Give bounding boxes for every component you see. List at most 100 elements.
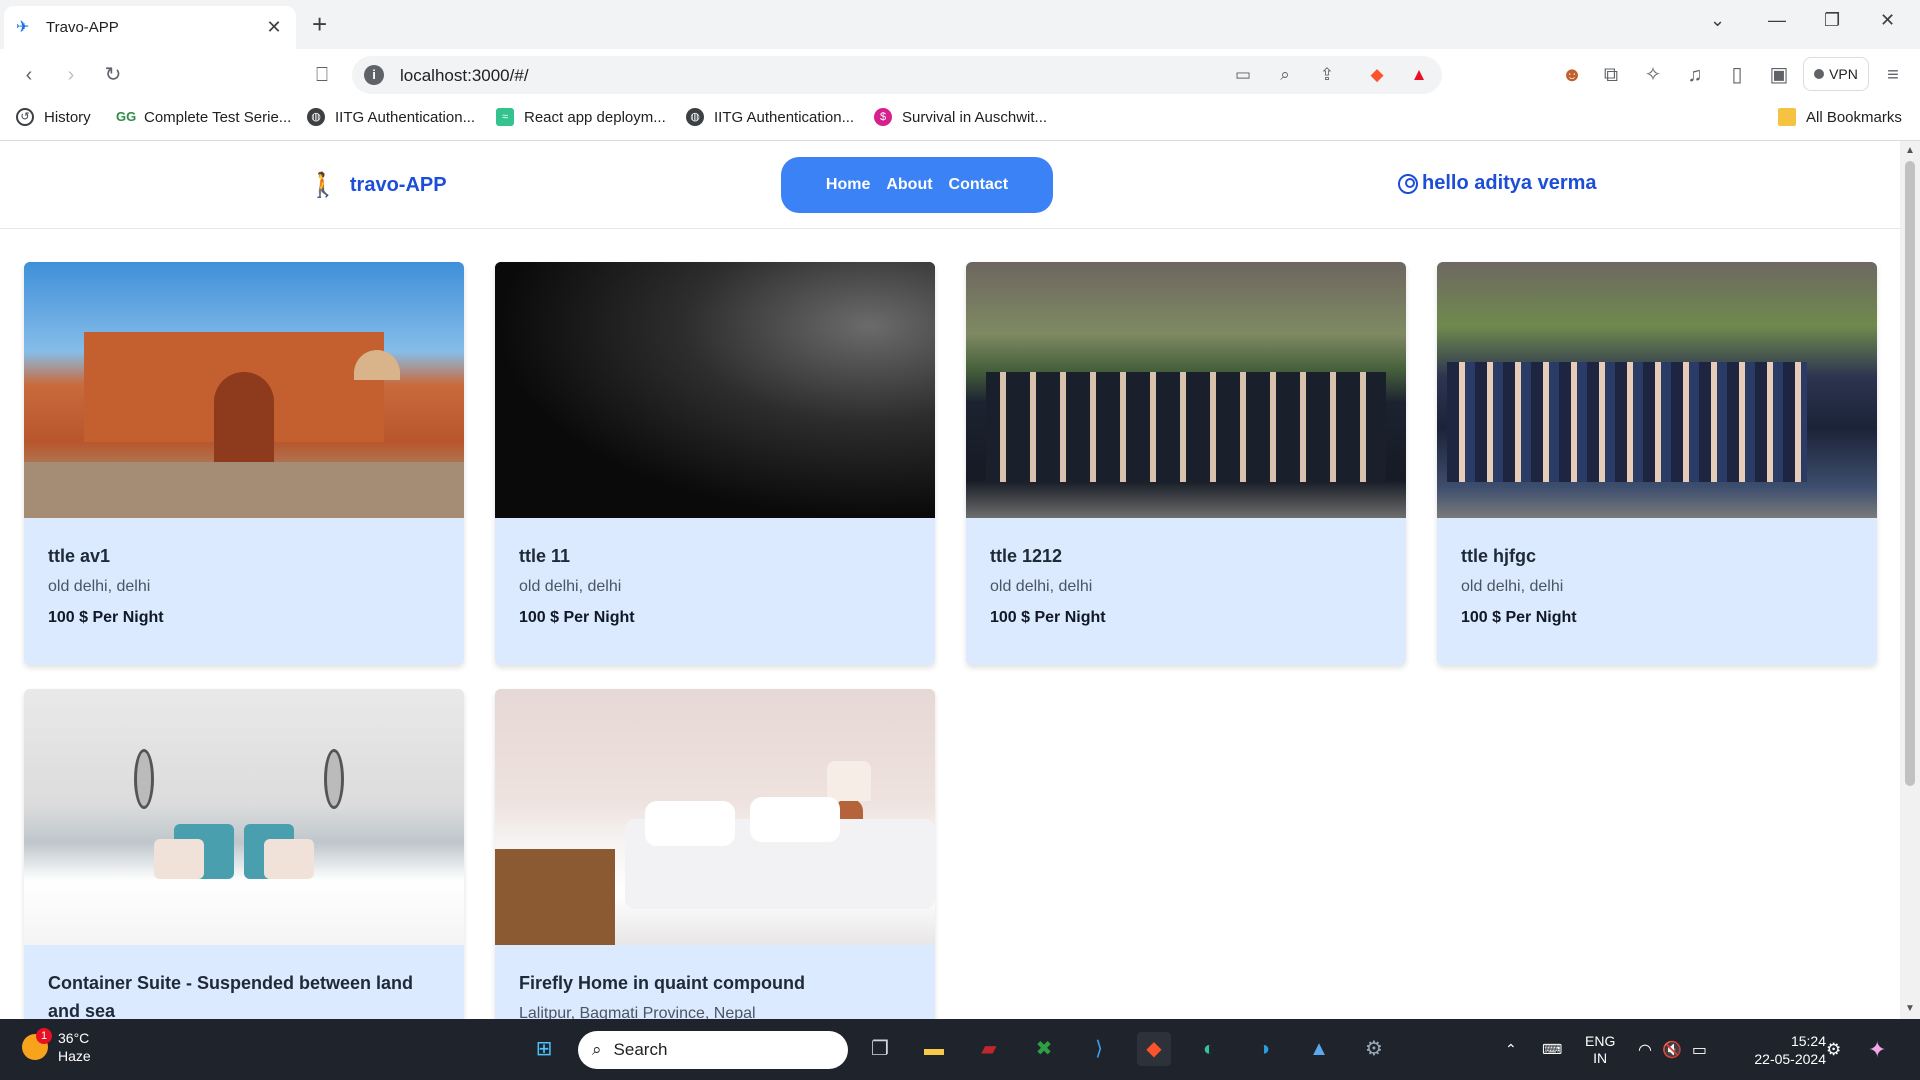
edge-icon[interactable]: ◑ bbox=[1247, 1032, 1281, 1066]
globe-icon: ◍ bbox=[307, 108, 325, 126]
user-menu[interactable]: hello aditya verma bbox=[1398, 172, 1597, 195]
app-red-icon[interactable]: ▰ bbox=[972, 1032, 1006, 1066]
browser-tabstrip: ✈ Travo-APP ✕ + ⌄ — ❐ ✕ bbox=[0, 0, 1920, 49]
new-tab-button[interactable]: + bbox=[312, 11, 327, 37]
bookmark-history[interactable]: ↺ History bbox=[16, 108, 91, 126]
nav-contact[interactable]: Contact bbox=[949, 176, 1009, 194]
search-icon: ⌕ bbox=[592, 1040, 602, 1059]
start-icon[interactable]: ⊞ bbox=[527, 1032, 561, 1066]
language-indicator[interactable]: ENG IN bbox=[1585, 1019, 1615, 1080]
vpn-button[interactable]: VPN bbox=[1803, 57, 1869, 91]
copilot-icon[interactable]: ✦ bbox=[1868, 1037, 1886, 1063]
media-icon[interactable]: ♫ bbox=[1682, 62, 1708, 88]
leo-ai-icon[interactable]: ✧ bbox=[1640, 62, 1666, 88]
bookmark-label: Survival in Auschwit... bbox=[902, 108, 1048, 126]
browser-tab-active[interactable]: ✈ Travo-APP ✕ bbox=[4, 6, 296, 49]
restore-button[interactable]: ❐ bbox=[1824, 10, 1840, 31]
tab-search-chevron-icon[interactable]: ⌄ bbox=[1710, 10, 1725, 31]
all-bookmarks[interactable]: All Bookmarks bbox=[1778, 108, 1902, 126]
bookmark-iitg-auth-2[interactable]: ◍ IITG Authentication... bbox=[686, 108, 854, 126]
nav-home[interactable]: Home bbox=[826, 176, 870, 194]
sidebar-icon[interactable]: ▯ bbox=[1724, 62, 1750, 88]
listing-price: 100 $ Per Night bbox=[1461, 609, 1577, 626]
tab-title: Travo-APP bbox=[46, 19, 119, 36]
extensions-icon[interactable]: ⧉ bbox=[1598, 62, 1624, 88]
page-scrollbar[interactable]: ▲ ▼ bbox=[1900, 141, 1920, 1019]
taskbar-search[interactable]: ⌕ Search bbox=[578, 1031, 848, 1069]
brand[interactable]: 🚶 travo-APP bbox=[308, 171, 447, 200]
volume-muted-icon: 🔇 bbox=[1661, 1041, 1682, 1059]
minimize-button[interactable]: — bbox=[1768, 10, 1786, 31]
bookmark-survival[interactable]: $ Survival in Auschwit... bbox=[874, 108, 1047, 126]
listing-card[interactable]: ttle hjfgc old delhi, delhi 100 $ Per Ni… bbox=[1437, 262, 1877, 665]
chevron-up-icon[interactable]: ⌃ bbox=[1505, 1041, 1517, 1058]
keyboard-tray[interactable]: ⌨ bbox=[1542, 1019, 1562, 1080]
back-icon[interactable]: ‹ bbox=[16, 62, 42, 88]
gfg-icon: GG bbox=[116, 109, 137, 124]
clock[interactable]: 15:24 22-05-2024 bbox=[1746, 1032, 1826, 1068]
settings-gear-icon[interactable]: ⚙ bbox=[1357, 1032, 1391, 1066]
menu-icon[interactable]: ≡ bbox=[1880, 62, 1906, 88]
close-window-button[interactable]: ✕ bbox=[1880, 10, 1895, 31]
edge-dev-icon[interactable]: ◐ bbox=[1192, 1032, 1226, 1066]
forward-icon[interactable]: › bbox=[58, 62, 84, 88]
notification-gear-icon[interactable]: ⚙ bbox=[1826, 1040, 1841, 1060]
file-explorer-icon[interactable]: ▬ bbox=[917, 1032, 951, 1066]
listing-card[interactable]: ttle 1212 old delhi, delhi 100 $ Per Nig… bbox=[966, 262, 1406, 665]
listing-card[interactable]: ttle 11 old delhi, delhi 100 $ Per Night bbox=[495, 262, 935, 665]
bookmark-label: IITG Authentication... bbox=[335, 108, 476, 126]
search-label: Search bbox=[613, 1040, 668, 1059]
listing-card[interactable]: ttle av1 old delhi, delhi 100 $ Per Nigh… bbox=[24, 262, 464, 665]
share-icon[interactable]: ⇪ bbox=[1316, 65, 1338, 85]
listing-image bbox=[1437, 262, 1877, 518]
listing-title: ttle 11 bbox=[519, 546, 571, 566]
tray-overflow[interactable]: ⌃ bbox=[1505, 1019, 1517, 1080]
brave-icon[interactable]: ◆ bbox=[1137, 1032, 1171, 1066]
listing-image bbox=[966, 262, 1406, 518]
notifications[interactable]: ⚙ bbox=[1826, 1019, 1841, 1080]
listing-location: old delhi, delhi bbox=[990, 578, 1093, 595]
listing-location: Lalitpur, Bagmati Province, Nepal bbox=[519, 1005, 756, 1019]
listing-card[interactable]: Container Suite - Suspended between land… bbox=[24, 689, 464, 1019]
listing-title: Container Suite - Suspended between land… bbox=[48, 973, 414, 1019]
keyboard-icon[interactable]: ⌨ bbox=[1542, 1041, 1562, 1058]
listing-price: 100 $ Per Night bbox=[48, 609, 164, 626]
scroll-down-icon[interactable]: ▼ bbox=[1905, 1003, 1915, 1014]
bookmark-complete-test-series[interactable]: GG Complete Test Serie... bbox=[116, 108, 291, 126]
listing-card[interactable]: Firefly Home in quaint compound Lalitpur… bbox=[495, 689, 935, 1019]
app-navbar: 🚶 travo-APP Home About Contact hello adi… bbox=[0, 141, 1900, 229]
profile-avatar-icon[interactable]: ☻ bbox=[1559, 62, 1585, 88]
photos-icon[interactable]: ▲ bbox=[1302, 1032, 1336, 1066]
vscode-icon[interactable]: ⟩ bbox=[1082, 1032, 1116, 1066]
listing-title: ttle hjfgc bbox=[1461, 546, 1536, 566]
nav-about[interactable]: About bbox=[886, 176, 932, 194]
listing-location: old delhi, delhi bbox=[48, 578, 151, 595]
listing-image bbox=[24, 262, 464, 518]
wallet-icon[interactable]: ▣ bbox=[1766, 62, 1792, 88]
scroll-thumb[interactable] bbox=[1905, 161, 1915, 786]
globe-icon: ◍ bbox=[686, 108, 704, 126]
copilot[interactable]: ✦ bbox=[1868, 1019, 1886, 1080]
close-tab-icon[interactable]: ✕ bbox=[264, 17, 284, 38]
xbox-icon[interactable]: ✖ bbox=[1027, 1032, 1061, 1066]
url-text[interactable]: localhost:3000/#/ bbox=[400, 66, 529, 86]
brave-shields-icon[interactable]: ◆ bbox=[1366, 65, 1388, 85]
brave-rewards-icon[interactable]: ▲ bbox=[1408, 65, 1430, 85]
main-nav: Home About Contact bbox=[781, 157, 1053, 213]
listing-title: ttle 1212 bbox=[990, 546, 1063, 566]
site-info-icon[interactable]: i bbox=[364, 65, 384, 85]
weather-widget[interactable]: 1 36°C Haze bbox=[22, 1028, 91, 1065]
bookmark-icon[interactable]: ⎕ bbox=[309, 62, 335, 88]
bookmark-react-deploy[interactable]: ≈ React app deploym... bbox=[496, 108, 666, 126]
bookmark-iitg-auth-1[interactable]: ◍ IITG Authentication... bbox=[307, 108, 475, 126]
listing-image bbox=[495, 262, 935, 518]
brand-name: travo-APP bbox=[349, 174, 447, 196]
scroll-up-icon[interactable]: ▲ bbox=[1905, 145, 1915, 156]
task-view-icon[interactable]: ❐ bbox=[863, 1032, 897, 1066]
zoom-icon[interactable]: ⌕ bbox=[1274, 65, 1296, 85]
cast-icon[interactable]: ▭ bbox=[1232, 65, 1254, 85]
system-status[interactable]: ◠ 🔇 ▭ bbox=[1638, 1019, 1707, 1080]
reload-icon[interactable]: ↻ bbox=[100, 62, 126, 88]
user-greeting: hello aditya verma bbox=[1422, 172, 1597, 194]
address-bar[interactable]: i localhost:3000/#/ ▭ ⌕ ⇪ ◆ ▲ bbox=[352, 56, 1442, 94]
